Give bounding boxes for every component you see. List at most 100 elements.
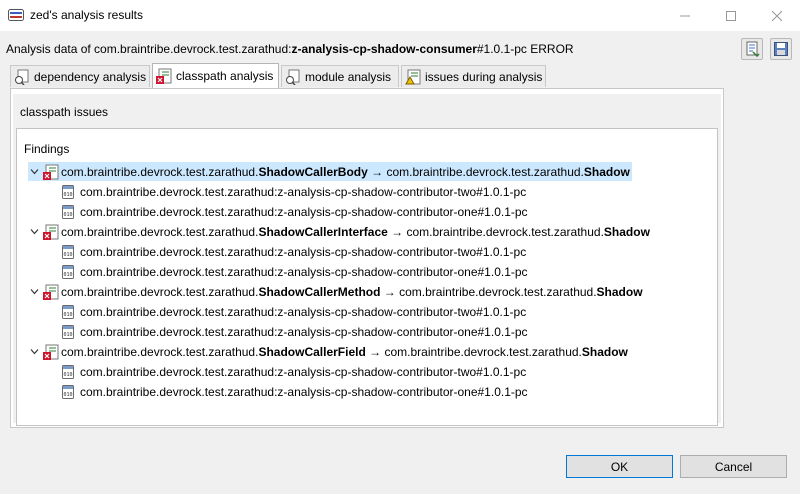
tab-dependency-analysis[interactable]: dependency analysis	[10, 65, 150, 87]
finding-caller: ShadowCallerField	[258, 344, 366, 359]
tab-label: issues during analysis	[425, 69, 543, 84]
app-icon	[8, 9, 24, 21]
finding-target: Shadow	[581, 344, 628, 359]
classpath-error-icon	[156, 68, 172, 84]
contributor-row[interactable]: 010 com.braintribe.devrock.test.zarathud:…	[60, 202, 528, 221]
svg-text:010: 010	[63, 392, 72, 398]
issues-icon	[405, 69, 421, 84]
contributor-label: com.braintribe.devrock.test.zarathud:z-a…	[80, 324, 528, 339]
chevron-down-icon[interactable]	[30, 167, 39, 176]
classpath-error-icon	[43, 284, 59, 300]
analysis-header: Analysis data of com.braintribe.devrock.…	[6, 42, 574, 56]
export-button[interactable]	[741, 38, 763, 60]
contributor-label: com.braintribe.devrock.test.zarathud:z-a…	[80, 364, 527, 379]
save-button[interactable]	[770, 38, 792, 60]
jar-icon: 010	[62, 324, 74, 339]
contributor-row[interactable]: 010 com.braintribe.devrock.test.zarathud:…	[60, 382, 528, 401]
tab-label: classpath analysis	[176, 69, 274, 83]
finding-text: com.braintribe.devrock.test.zarathud.Sha…	[61, 225, 650, 239]
contributor-row[interactable]: 010 com.braintribe.devrock.test.zarathud:…	[60, 262, 528, 281]
jar-icon: 010	[62, 244, 74, 259]
maximize-icon	[726, 10, 736, 21]
contributor-label: com.braintribe.devrock.test.zarathud:z-a…	[80, 264, 528, 279]
svg-text:010: 010	[63, 332, 72, 338]
chevron-down-icon[interactable]	[30, 227, 39, 236]
classpath-issues-title: classpath issues	[20, 105, 109, 119]
finding-row[interactable]: com.braintribe.devrock.test.zarathud.Sha…	[28, 222, 650, 241]
finding-row[interactable]: com.braintribe.devrock.test.zarathud.Sha…	[28, 162, 632, 181]
finding-package: com.braintribe.devrock.test.zarathud.	[61, 164, 259, 179]
header-suffix: #1.0.1-pc ERROR	[476, 42, 574, 56]
header-prefix: Analysis data of com.braintribe.devrock.…	[6, 42, 292, 56]
title-bar: zed's analysis results	[0, 0, 800, 31]
svg-text:010: 010	[63, 312, 72, 318]
window-title: zed's analysis results	[30, 8, 144, 22]
module-icon	[286, 69, 300, 85]
finding-caller: ShadowCallerInterface	[258, 224, 388, 239]
tab-issues-during-analysis[interactable]: issues during analysis	[401, 65, 546, 87]
minimize-button[interactable]	[662, 0, 708, 31]
jar-icon: 010	[62, 204, 74, 219]
finding-package: com.braintribe.devrock.test.zarathud.	[61, 344, 259, 359]
finding-row[interactable]: com.braintribe.devrock.test.zarathud.Sha…	[28, 282, 643, 301]
contributor-row[interactable]: 010 com.braintribe.devrock.test.zarathud:…	[60, 182, 526, 201]
finding-target: Shadow	[583, 164, 630, 179]
tab-classpath-analysis[interactable]: classpath analysis	[152, 63, 279, 88]
tab-label: dependency analysis	[34, 69, 147, 84]
jar-icon: 010	[62, 264, 74, 279]
jar-icon: 010	[62, 304, 74, 319]
expand-toggle[interactable]	[28, 346, 40, 358]
contributor-label: com.braintribe.devrock.test.zarathud:z-a…	[80, 244, 527, 259]
classpath-error-icon	[43, 224, 59, 240]
finding-text: com.braintribe.devrock.test.zarathud.Sha…	[61, 165, 630, 179]
dependency-icon	[15, 69, 29, 85]
svg-text:010: 010	[63, 372, 72, 378]
finding-text: com.braintribe.devrock.test.zarathud.Sha…	[61, 345, 628, 359]
contributor-row[interactable]: 010 com.braintribe.devrock.test.zarathud:…	[60, 322, 528, 341]
chevron-down-icon[interactable]	[30, 287, 39, 296]
tab-module-analysis[interactable]: module analysis	[281, 65, 399, 87]
minimize-icon	[680, 15, 690, 16]
finding-arrow-target-package: → com.braintribe.devrock.test.zarathud.	[380, 284, 597, 299]
jar-icon: 010	[62, 384, 74, 399]
expand-toggle[interactable]	[28, 286, 40, 298]
finding-caller: ShadowCallerMethod	[258, 284, 381, 299]
finding-caller: ShadowCallerBody	[258, 164, 368, 179]
chevron-down-icon[interactable]	[30, 347, 39, 356]
save-icon	[774, 42, 788, 56]
cancel-button[interactable]: Cancel	[680, 455, 787, 478]
svg-text:010: 010	[63, 192, 72, 198]
findings-label: Findings	[24, 142, 70, 156]
export-icon	[746, 41, 760, 57]
contributor-label: com.braintribe.devrock.test.zarathud:z-a…	[80, 304, 527, 319]
contributor-label: com.braintribe.devrock.test.zarathud:z-a…	[80, 384, 528, 399]
expand-toggle[interactable]	[28, 226, 40, 238]
expand-toggle[interactable]	[28, 166, 40, 178]
finding-arrow-target-package: → com.braintribe.devrock.test.zarathud.	[365, 344, 582, 359]
classpath-error-icon	[43, 344, 59, 360]
close-icon	[772, 10, 782, 21]
finding-text: com.braintribe.devrock.test.zarathud.Sha…	[61, 285, 643, 299]
finding-row[interactable]: com.braintribe.devrock.test.zarathud.Sha…	[28, 342, 628, 361]
contributor-row[interactable]: 010 com.braintribe.devrock.test.zarathud:…	[60, 302, 526, 321]
maximize-button[interactable]	[708, 0, 754, 31]
finding-package: com.braintribe.devrock.test.zarathud.	[61, 284, 259, 299]
contributor-row[interactable]: 010 com.braintribe.devrock.test.zarathud:…	[60, 242, 526, 261]
finding-target: Shadow	[596, 284, 643, 299]
classpath-error-icon	[43, 164, 59, 180]
finding-package: com.braintribe.devrock.test.zarathud.	[61, 224, 259, 239]
contributor-row[interactable]: 010 com.braintribe.devrock.test.zarathud:…	[60, 362, 526, 381]
ok-button[interactable]: OK	[566, 455, 673, 478]
finding-arrow-target-package: → com.braintribe.devrock.test.zarathud.	[387, 224, 604, 239]
jar-icon: 010	[62, 184, 74, 199]
close-button[interactable]	[754, 0, 800, 31]
tab-label: module analysis	[305, 69, 392, 84]
contributor-label: com.braintribe.devrock.test.zarathud:z-a…	[80, 204, 528, 219]
contributor-label: com.braintribe.devrock.test.zarathud:z-a…	[80, 184, 527, 199]
svg-text:010: 010	[63, 212, 72, 218]
svg-text:010: 010	[63, 252, 72, 258]
header-artifact: z-analysis-cp-shadow-consumer	[291, 42, 477, 56]
jar-icon: 010	[62, 364, 74, 379]
finding-arrow-target-package: → com.braintribe.devrock.test.zarathud.	[367, 164, 584, 179]
finding-target: Shadow	[603, 224, 650, 239]
